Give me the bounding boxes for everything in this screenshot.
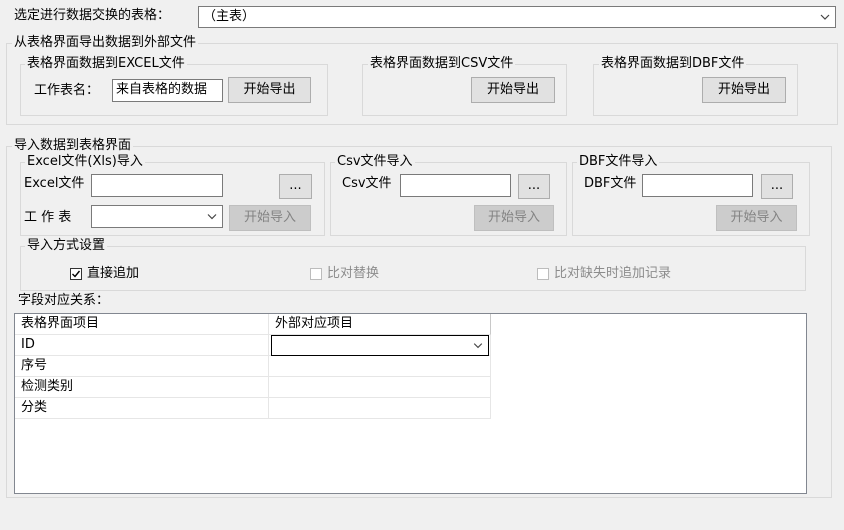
check-icon — [72, 270, 81, 278]
mapping-row-item[interactable]: 序号 — [15, 356, 269, 377]
mapping-row-item[interactable]: 检测类别 — [15, 377, 269, 398]
mode-replace-checkbox[interactable] — [310, 268, 322, 280]
chevron-down-icon — [207, 214, 217, 220]
export-csv-button[interactable]: 开始导出 — [471, 77, 555, 103]
import-group-title: 导入数据到表格界面 — [12, 138, 134, 154]
import-mode-title: 导入方式设置 — [25, 238, 108, 254]
import-excel-file-input[interactable] — [91, 174, 223, 197]
import-excel-sheet-dropdown[interactable] — [91, 205, 223, 228]
mode-append-label: 直接追加 — [87, 266, 140, 281]
mapping-external-dropdown[interactable] — [271, 335, 489, 356]
mode-append-checkbox[interactable] — [70, 268, 82, 280]
table-select-value: （主表） — [203, 9, 256, 24]
import-dbf-title: DBF文件导入 — [577, 154, 660, 170]
table-select-dropdown[interactable]: （主表） — [198, 6, 836, 28]
mapping-row-external[interactable] — [269, 377, 491, 398]
import-dbf-file-input[interactable] — [642, 174, 753, 197]
mode-append-missing-label: 比对缺失时追加记录 — [554, 266, 672, 281]
export-dbf-title: 表格界面数据到DBF文件 — [599, 56, 747, 72]
mapping-row-item[interactable]: ID — [15, 335, 269, 356]
mapping-grid[interactable]: 表格界面项目 外部对应项目 ID 序号 检测类别 分类 — [14, 313, 807, 494]
import-excel-title: Excel文件(Xls)导入 — [25, 154, 145, 170]
import-csv-file-label: Csv文件 — [342, 176, 392, 191]
export-sheet-name-input[interactable]: 来自表格的数据 — [112, 79, 223, 102]
mapping-header-internal[interactable]: 表格界面项目 — [15, 314, 269, 335]
export-sheet-label: 工作表名： — [34, 83, 100, 98]
mode-replace-label: 比对替换 — [327, 266, 380, 281]
mapping-label: 字段对应关系： — [18, 293, 110, 308]
import-csv-browse-button[interactable]: ... — [518, 174, 550, 199]
export-excel-button[interactable]: 开始导出 — [228, 77, 311, 103]
import-csv-button[interactable]: 开始导入 — [474, 205, 554, 231]
chevron-down-icon — [820, 14, 830, 20]
import-dbf-browse-button[interactable]: ... — [761, 174, 793, 199]
import-dbf-file-label: DBF文件 — [584, 176, 637, 191]
import-excel-file-label: Excel文件 — [24, 176, 85, 191]
mapping-row-item[interactable]: 分类 — [15, 398, 269, 419]
export-dbf-button[interactable]: 开始导出 — [702, 77, 786, 103]
table-select-label: 选定进行数据交换的表格： — [14, 8, 171, 23]
chevron-down-icon — [473, 343, 483, 349]
mapping-row-external[interactable] — [269, 356, 491, 377]
export-excel-title: 表格界面数据到EXCEL文件 — [25, 56, 187, 72]
mapping-row-external[interactable] — [269, 398, 491, 419]
export-csv-title: 表格界面数据到CSV文件 — [368, 56, 516, 72]
import-excel-browse-button[interactable]: ... — [279, 174, 312, 199]
import-excel-sheet-label: 工 作 表 — [24, 210, 72, 225]
import-csv-title: Csv文件导入 — [335, 154, 415, 170]
import-csv-file-input[interactable] — [400, 174, 511, 197]
import-dbf-button[interactable]: 开始导入 — [716, 205, 797, 231]
mode-append-missing-checkbox[interactable] — [537, 268, 549, 280]
import-excel-button[interactable]: 开始导入 — [229, 205, 311, 231]
export-group-title: 从表格界面导出数据到外部文件 — [12, 35, 199, 51]
mapping-header-external[interactable]: 外部对应项目 — [269, 314, 491, 335]
